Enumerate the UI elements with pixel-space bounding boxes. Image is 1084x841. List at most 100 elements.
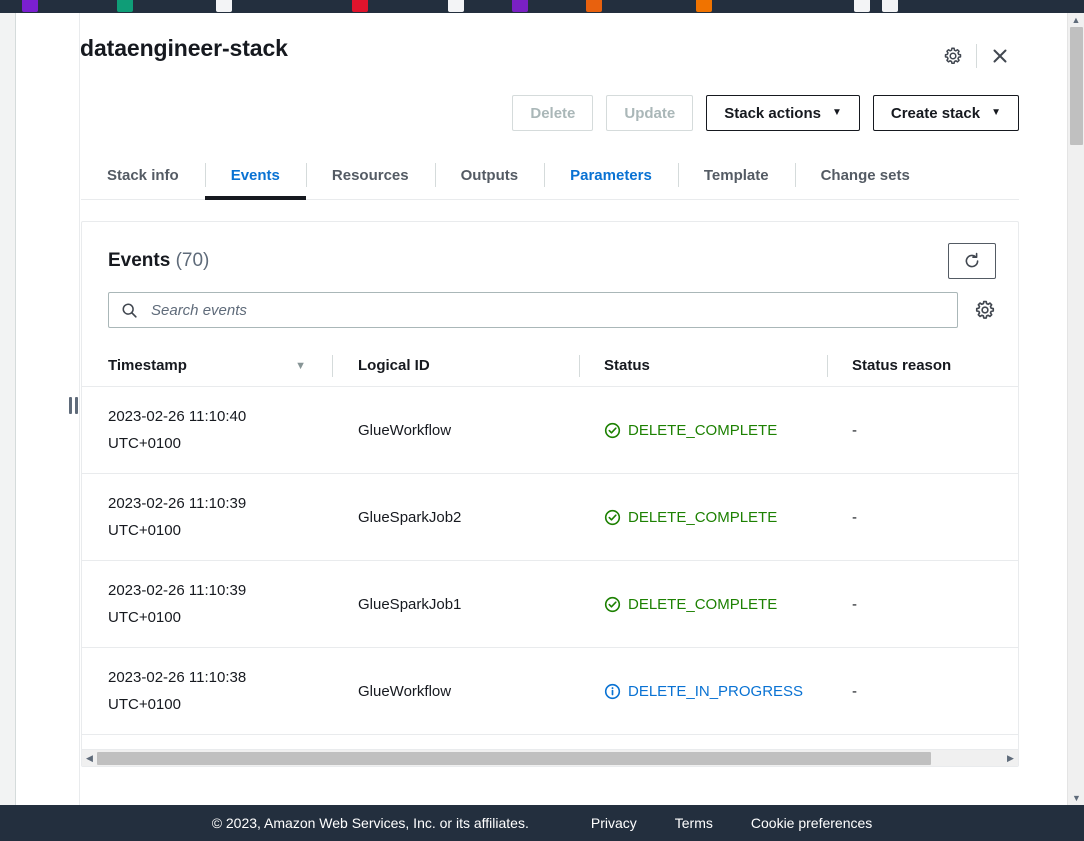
column-label-status-reason: Status reason	[852, 357, 952, 374]
status-text: DELETE_COMPLETE	[628, 595, 778, 613]
favicon-white-1[interactable]	[216, 0, 232, 12]
favicon-purple-2[interactable]	[512, 0, 528, 12]
table-row[interactable]: 2023-02-26 11:10:40 UTC+0100 GlueWorkflow…	[82, 386, 1018, 474]
search-events-box[interactable]	[108, 292, 958, 328]
table-preferences-button[interactable]	[974, 299, 996, 321]
gear-icon	[944, 47, 962, 65]
table-horizontal-scrollbar[interactable]: ◀ ▶	[82, 749, 1018, 766]
favicon-white-4[interactable]	[882, 0, 898, 12]
column-header-timestamp[interactable]: Timestamp ▼	[82, 346, 332, 387]
status-text: DELETE_COMPLETE	[628, 508, 778, 526]
header-divider	[976, 44, 977, 68]
hscroll-track[interactable]	[97, 751, 1003, 765]
page-footer: © 2023, Amazon Web Services, Inc. or its…	[0, 805, 1084, 841]
cell-logical-id: GlueSparkJob1	[332, 560, 579, 648]
cell-status: DELETE_COMPLETE	[579, 386, 827, 474]
column-header-status-reason[interactable]: Status reason	[827, 346, 1018, 387]
table-header-row: Timestamp ▼ Logical ID Status Status rea…	[82, 346, 1018, 387]
cell-status-reason: -	[827, 386, 1018, 474]
tab-outputs[interactable]: Outputs	[434, 151, 545, 199]
create-stack-label: Create stack	[890, 104, 981, 122]
header-tools	[936, 39, 1017, 73]
cell-status-reason: -	[827, 647, 1018, 735]
favicon-orange-2[interactable]	[696, 0, 712, 12]
aws-console-viewport: dataengineer-stack Delete Update Stack a…	[0, 13, 1084, 841]
chevron-down-icon: ▼	[991, 107, 1001, 118]
browser-bookmarks-bar	[0, 0, 1084, 13]
column-label-timestamp: Timestamp	[108, 357, 187, 374]
update-button[interactable]: Update	[606, 95, 694, 131]
check-circle-icon	[604, 509, 621, 525]
page-vertical-scrollbar[interactable]: ▲ ▼	[1067, 13, 1084, 805]
tab-resources[interactable]: Resources	[305, 151, 435, 199]
favicon-orange-1[interactable]	[586, 0, 602, 12]
favicon-purple-1[interactable]	[22, 0, 38, 12]
cell-timestamp: 2023-02-26 11:10:39 UTC+0100	[82, 560, 332, 648]
tab-parameters[interactable]: Parameters	[544, 151, 678, 199]
tab-change-sets[interactable]: Change sets	[794, 151, 936, 199]
column-header-status[interactable]: Status	[579, 346, 827, 387]
main-content: dataengineer-stack Delete Update Stack a…	[80, 13, 1064, 805]
status-text: DELETE_IN_PROGRESS	[628, 682, 804, 700]
cell-status-reason: -	[827, 560, 1018, 648]
tab-label: Parameters	[570, 166, 652, 184]
stack-actions-toolbar: Delete Update Stack actions ▼ Create sta…	[80, 91, 1040, 135]
settings-gear-button[interactable]	[936, 39, 970, 73]
stack-detail-tabs: Stack info Events Resources Outputs Paramete…	[81, 151, 1019, 200]
column-header-logical-id[interactable]: Logical ID	[332, 346, 579, 387]
stack-actions-button[interactable]: Stack actions ▼	[706, 95, 860, 131]
tab-label: Events	[230, 166, 280, 184]
scroll-down-arrow-icon[interactable]: ▼	[1068, 791, 1084, 805]
tab-stack-info[interactable]: Stack info	[81, 151, 205, 199]
page-header: dataengineer-stack	[80, 13, 1040, 91]
tab-template[interactable]: Template	[677, 151, 795, 199]
cell-timestamp: 2023-02-26 11:10:40 UTC+0100	[82, 386, 332, 474]
events-panel-title: Events (70)	[108, 250, 209, 272]
tab-label: Outputs	[460, 166, 519, 184]
refresh-events-button[interactable]	[948, 243, 996, 279]
scroll-left-arrow-icon[interactable]: ◀	[82, 753, 97, 764]
close-panel-button[interactable]	[983, 39, 1017, 73]
table-row[interactable]: 2023-02-26 11:10:39 UTC+0100 GlueSparkJob…	[82, 473, 1018, 561]
stack-actions-label: Stack actions	[724, 104, 821, 122]
cell-status: DELETE_COMPLETE	[579, 473, 827, 561]
info-circle-icon	[604, 683, 621, 699]
check-circle-icon	[604, 596, 621, 612]
sort-descending-icon: ▼	[295, 359, 306, 372]
handle-bar-left	[68, 396, 72, 414]
footer-link-terms[interactable]: Terms	[675, 815, 713, 831]
delete-button[interactable]: Delete	[512, 95, 594, 131]
search-input[interactable]	[149, 300, 945, 320]
vscroll-thumb[interactable]	[1070, 27, 1083, 145]
cell-logical-id: GlueWorkflow	[332, 386, 579, 474]
table-row[interactable]: 2023-02-26 11:10:39 UTC+0100 GlueSparkJob…	[82, 560, 1018, 648]
favicon-red[interactable]	[352, 0, 368, 12]
events-count: (70)	[175, 250, 210, 271]
gear-icon	[975, 300, 995, 319]
close-icon	[993, 49, 1007, 63]
tab-events[interactable]: Events	[204, 151, 307, 200]
search-icon	[122, 303, 137, 318]
events-table-head: Timestamp ▼ Logical ID Status Status rea…	[82, 346, 1018, 387]
cell-logical-id: GlueWorkflow	[332, 647, 579, 735]
cell-timestamp: 2023-02-26 11:10:39 UTC+0100	[82, 473, 332, 561]
favicon-white-2[interactable]	[448, 0, 464, 12]
sidebar-collapse-handle[interactable]	[65, 395, 81, 415]
column-label-logical-id: Logical ID	[358, 357, 430, 374]
hscroll-thumb[interactable]	[97, 751, 931, 765]
favicon-teal[interactable]	[117, 0, 133, 12]
table-row[interactable]: 2023-02-26 11:10:38 UTC+0100 GlueWorkflow…	[82, 647, 1018, 735]
create-stack-button[interactable]: Create stack ▼	[872, 95, 1019, 131]
scroll-right-arrow-icon[interactable]: ▶	[1003, 753, 1018, 764]
column-label-status: Status	[604, 357, 650, 374]
status-text: DELETE_COMPLETE	[628, 421, 778, 439]
footer-link-cookie-preferences[interactable]: Cookie preferences	[751, 815, 872, 831]
scroll-up-arrow-icon[interactable]: ▲	[1068, 13, 1084, 27]
chevron-down-icon: ▼	[831, 107, 842, 118]
favicon-white-3[interactable]	[854, 0, 870, 12]
footer-link-privacy[interactable]: Privacy	[591, 815, 637, 831]
cell-status: DELETE_COMPLETE	[579, 560, 827, 648]
events-table-body: 2023-02-26 11:10:40 UTC+0100 GlueWorkflow…	[82, 386, 1018, 766]
tab-label: Template	[703, 166, 769, 184]
events-table: Timestamp ▼ Logical ID Status Status rea…	[82, 346, 1018, 766]
